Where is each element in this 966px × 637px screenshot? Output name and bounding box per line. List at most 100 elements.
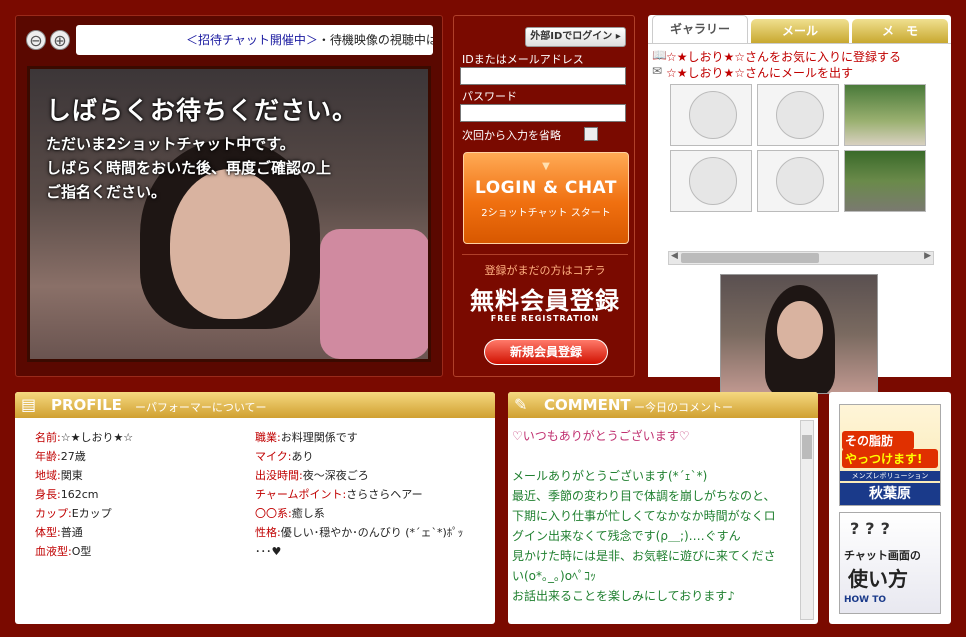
- login-panel: 外部IDでログイン ▸ IDまたはメールアドレス パスワード 次回から入力を省略…: [453, 15, 635, 377]
- free-register-title: 無料会員登録: [470, 287, 620, 315]
- remember-label: 次回から入力を省略: [462, 129, 561, 142]
- wait-title: しばらくお待ちください。: [46, 96, 359, 125]
- profile-key: チャームポイント:: [255, 488, 347, 501]
- ad1-headline-2: やっつけます!: [842, 449, 938, 468]
- profile-key: 名前:: [35, 431, 61, 444]
- gallery-scrollbar[interactable]: ◀ ▶: [668, 251, 934, 265]
- background-pillow: [320, 229, 428, 359]
- zoom-out-icon[interactable]: ⊖: [26, 30, 46, 50]
- zoom-in-icon[interactable]: ⊕: [50, 30, 70, 50]
- password-input[interactable]: [460, 104, 626, 122]
- profile-value: Eカップ: [71, 507, 112, 520]
- comment-subtitle: ー今日のコメントー: [634, 401, 733, 414]
- ad1-headline-1: その脂肪: [842, 431, 914, 450]
- profile-row: 血液型:O型: [35, 543, 91, 559]
- comment-header: ✎ COMMENT ー今日のコメントー: [508, 392, 818, 418]
- profile-row: 地域:関東: [35, 467, 83, 483]
- profile-value: ･･･♥: [255, 545, 282, 558]
- comment-line: 最近、季節の変わり目で体調を崩しがちなのと、: [512, 489, 776, 503]
- scroll-right-icon[interactable]: ▶: [924, 251, 931, 261]
- comment-line: お話出来ることを楽しみにしております♪: [512, 589, 735, 603]
- profile-row: 〇〇系:癒し系: [255, 505, 325, 521]
- profile-key: 〇〇系:: [255, 507, 292, 520]
- profile-subtitle: ーパフォーマーについてー: [135, 401, 267, 414]
- profile-photo: [720, 274, 878, 394]
- profile-value: O型: [71, 545, 92, 558]
- new-register-button[interactable]: 新規会員登録: [484, 339, 608, 365]
- wait-line-2: しばらく時間をおいた後、再度ご確認の上: [46, 159, 332, 177]
- mail-icon: ✉: [652, 64, 663, 78]
- profile-row: カップ:Eカップ: [35, 505, 112, 521]
- profile-value: 普通: [60, 526, 83, 539]
- profile-row: ･･･♥: [255, 543, 281, 559]
- login-chat-button[interactable]: ▼ LOGIN & CHAT 2ショットチャット スタート: [463, 152, 629, 244]
- tab-memo[interactable]: メ モ: [852, 19, 948, 43]
- profile-value: 優しい･穏やか･のんびり (*´ェ`*)ﾎﾟｯ: [280, 526, 464, 539]
- gallery-thumb[interactable]: [757, 150, 839, 212]
- register-note: 登録がまだの方はコチラ: [484, 264, 606, 277]
- profile-row: 名前:☆★しおり★☆: [35, 429, 133, 445]
- remember-checkbox[interactable]: [584, 127, 598, 141]
- gallery-panel: ギャラリー メール メ モ 📖 ☆★しおり★☆さんをお気に入りに登録する ✉ ☆…: [648, 15, 951, 394]
- how-to-chat-banner[interactable]: ??? チャット画面の 使い方 HOW TO: [839, 512, 941, 614]
- document-icon: ▤: [21, 395, 37, 414]
- comment-text: ♡いつもありがとうございます♡ メールありがとうございます(*´ｪ`*) 最近、季節…: [512, 426, 798, 622]
- akihabara-ad-banner[interactable]: その脂肪 やっつけます! メンズレボリューション 秋葉原: [839, 404, 941, 506]
- profile-key: 地域:: [35, 469, 61, 482]
- profile-header: ▤ PROFILE ーパフォーマーについてー: [15, 392, 495, 418]
- profile-key: 年齢:: [35, 450, 61, 463]
- book-icon: 📖: [652, 48, 667, 62]
- login-chat-sub: 2ショットチャット スタート: [481, 208, 611, 219]
- id-input[interactable]: [460, 67, 626, 85]
- profile-panel: ▤ PROFILE ーパフォーマーについてー 名前:☆★しおり★☆ 年齢:27歳地…: [15, 392, 495, 624]
- send-mail-link[interactable]: ☆★しおり★☆さんにメールを出す: [666, 64, 853, 81]
- divider: [462, 254, 628, 255]
- profile-value: お料理関係です: [280, 431, 358, 444]
- ad2-line-3: HOW TO: [844, 595, 887, 605]
- comment-line: ♡いつもありがとうございます♡: [512, 429, 690, 443]
- ad2-line-1: チャット画面の: [844, 549, 921, 562]
- ticker-text: ・待機映像の視聴中は、: [317, 33, 433, 47]
- profile-row: 出没時間:夜〜深夜ごろ: [255, 467, 369, 483]
- profile-value: 162cm: [60, 488, 99, 501]
- profile-value: 関東: [60, 469, 83, 482]
- scroll-left-icon[interactable]: ◀: [671, 251, 678, 261]
- gallery-thumb[interactable]: [757, 84, 839, 146]
- free-register-en: FREE REGISTRATION: [490, 314, 600, 323]
- profile-row: チャームポイント:さらさらヘアー: [255, 486, 423, 502]
- profile-value: 癒し系: [291, 507, 325, 520]
- wait-line-1: ただいま2ショットチャット中です。: [46, 135, 295, 153]
- profile-row: 年齢:27歳: [35, 448, 86, 464]
- comment-title: COMMENT: [544, 396, 631, 414]
- gallery-thumb[interactable]: [844, 150, 926, 212]
- profile-key: カップ:: [35, 507, 72, 520]
- gallery-thumb[interactable]: [844, 84, 926, 146]
- comment-line: 見かけた時には是非、お気軽に遊びに来てくださ: [512, 549, 776, 563]
- gallery-thumb[interactable]: [670, 84, 752, 146]
- profile-value: 夜〜深夜ごろ: [302, 469, 369, 482]
- gallery-thumb[interactable]: [670, 150, 752, 212]
- profile-value: あり: [291, 450, 314, 463]
- profile-key: 血液型:: [35, 545, 72, 558]
- profile-row: 職業:お料理関係です: [255, 429, 358, 445]
- profile-key: 性格:: [255, 526, 281, 539]
- id-label: IDまたはメールアドレス: [462, 53, 584, 66]
- tab-gallery[interactable]: ギャラリー: [652, 15, 748, 43]
- add-favorite-link[interactable]: ☆★しおり★☆さんをお気に入りに登録する: [666, 48, 901, 65]
- profile-key: 体型:: [35, 526, 61, 539]
- comment-panel: ✎ COMMENT ー今日のコメントー ♡いつもありがとうございます♡ メールあり…: [508, 392, 818, 624]
- profile-row: 性格:優しい･穏やか･のんびり (*´ェ`*)ﾎﾟｯ: [255, 524, 463, 540]
- profile-value: ☆★しおり★☆: [60, 431, 134, 444]
- profile-key: 身長:: [35, 488, 61, 501]
- comment-scrollbar[interactable]: [800, 420, 814, 620]
- ad1-location: 秋葉原: [840, 483, 940, 505]
- video-stream: しばらくお待ちください。 ただいま2ショットチャット中です。 しばらく時間をおい…: [27, 66, 431, 362]
- info-ticker: ＜招待チャット開催中＞・待機映像の視聴中は、: [76, 25, 433, 55]
- tab-mail[interactable]: メール: [751, 19, 849, 43]
- external-id-login-button[interactable]: 外部IDでログイン ▸: [525, 27, 626, 47]
- profile-key: 出没時間:: [255, 469, 303, 482]
- comment-line: 下期に入り仕事が忙しくてなかなか時間がなくロ: [512, 509, 776, 523]
- gallery-body: 📖 ☆★しおり★☆さんをお気に入りに登録する ✉ ☆★しおり★☆さんにメールを出…: [648, 43, 951, 394]
- wait-line-3: ご指名ください。: [46, 183, 167, 201]
- invite-chat-link[interactable]: ＜招待チャット開催中＞: [186, 33, 318, 47]
